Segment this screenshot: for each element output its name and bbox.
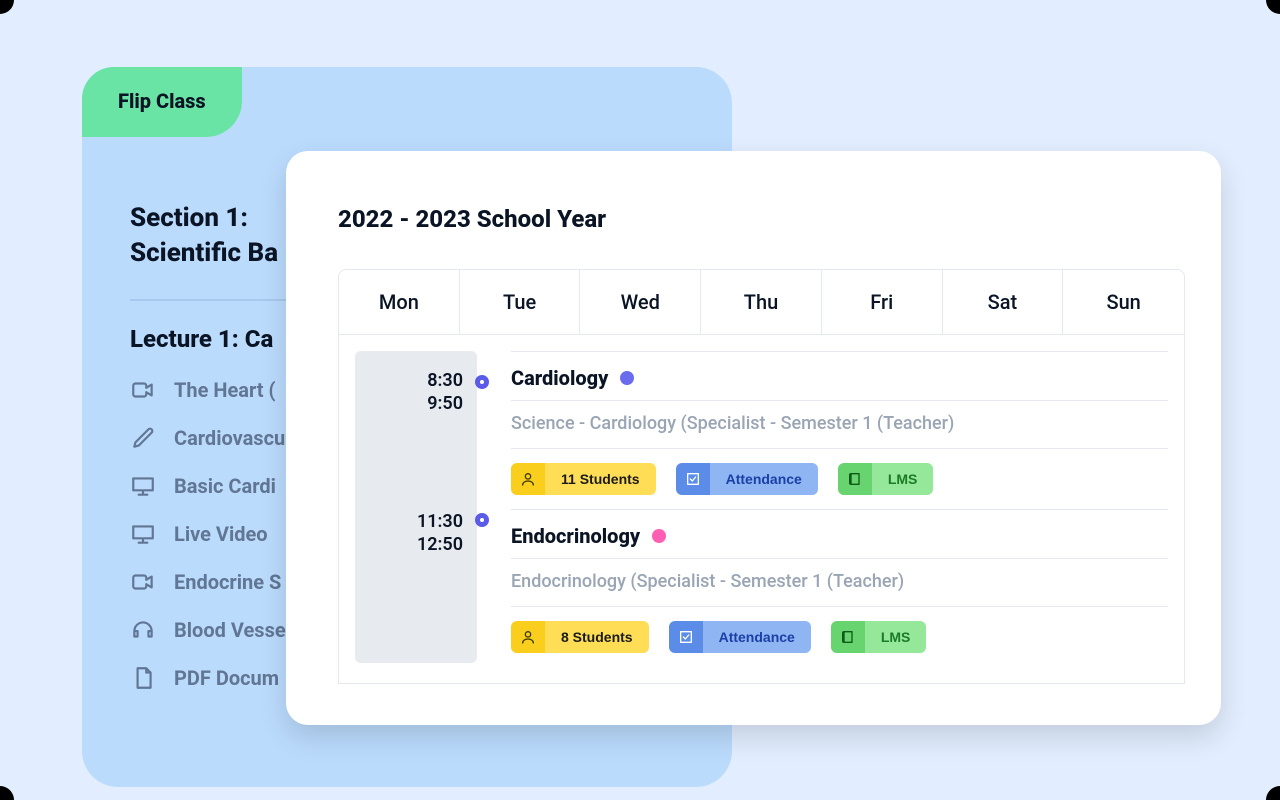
day-header-cell[interactable]: Mon — [339, 270, 460, 334]
week-day-header: MonTueWedThuFriSatSun — [338, 269, 1185, 335]
time-slot: 8:30 9:50 — [369, 369, 463, 416]
entry-button-row: 8 Students Attendance LMS — [511, 607, 1168, 653]
book-icon — [838, 463, 872, 495]
students-button[interactable]: 11 Students — [511, 463, 656, 495]
monitor-icon — [130, 521, 156, 547]
lms-button[interactable]: LMS — [838, 463, 934, 495]
time-slot: 11:30 12:50 — [369, 510, 463, 557]
schedule-entries: Cardiology Science - Cardiology (Speciali… — [477, 351, 1168, 667]
content-item-label: Cardiovascu — [174, 426, 285, 450]
entry-button-row: 11 Students Attendance LMS — [511, 449, 1168, 495]
user-icon — [511, 621, 545, 653]
video-icon — [130, 377, 156, 403]
day-header-cell[interactable]: Wed — [580, 270, 701, 334]
schedule-entry: Cardiology Science - Cardiology (Speciali… — [511, 351, 1168, 509]
content-item-label: Basic Cardi — [174, 474, 276, 498]
subject-color-dot — [620, 371, 634, 385]
document-icon — [130, 665, 156, 691]
students-button[interactable]: 8 Students — [511, 621, 649, 653]
subject-color-dot — [652, 529, 666, 543]
lms-button[interactable]: LMS — [831, 621, 927, 653]
attendance-button-label: Attendance — [710, 463, 818, 495]
entry-title: Endocrinology — [511, 524, 640, 548]
time-marker-icon — [475, 513, 489, 527]
schedule-entry: Endocrinology Endocrinology (Specialist -… — [511, 509, 1168, 667]
entry-subtitle: Endocrinology (Specialist - Semester 1 (… — [511, 559, 1168, 607]
lms-button-label: LMS — [872, 463, 934, 495]
schedule-card: 2022 - 2023 School Year MonTueWedThuFriS… — [286, 151, 1221, 725]
monitor-icon — [130, 473, 156, 499]
day-header-cell[interactable]: Tue — [460, 270, 581, 334]
attendance-button[interactable]: Attendance — [676, 463, 818, 495]
day-header-cell[interactable]: Fri — [822, 270, 943, 334]
content-item-label: Endocrine S — [174, 570, 281, 594]
time-column: 8:30 9:50 11:30 12:50 — [355, 351, 477, 663]
book-icon — [831, 621, 865, 653]
user-icon — [511, 463, 545, 495]
day-header-cell[interactable]: Thu — [701, 270, 822, 334]
flip-class-tab-label: Flip Class — [118, 89, 206, 113]
attendance-button-label: Attendance — [703, 621, 811, 653]
content-item-label: Blood Vesse — [174, 618, 286, 642]
attendance-button[interactable]: Attendance — [669, 621, 811, 653]
schedule-body: 8:30 9:50 11:30 12:50 Cardiology Science … — [338, 335, 1185, 684]
time-marker-icon — [475, 375, 489, 389]
content-item-label: Live Video — [174, 522, 268, 546]
flip-class-tab[interactable]: Flip Class — [82, 67, 242, 137]
students-button-label: 11 Students — [545, 463, 656, 495]
content-item-label: PDF Docum — [174, 666, 279, 690]
day-header-cell[interactable]: Sat — [943, 270, 1064, 334]
school-year-title: 2022 - 2023 School Year — [338, 205, 1185, 233]
video-icon — [130, 569, 156, 595]
check-icon — [676, 463, 710, 495]
content-item-label: The Heart ( — [174, 378, 276, 402]
check-icon — [669, 621, 703, 653]
entry-title: Cardiology — [511, 366, 608, 390]
students-button-label: 8 Students — [545, 621, 649, 653]
day-header-cell[interactable]: Sun — [1063, 270, 1184, 334]
lms-button-label: LMS — [865, 621, 927, 653]
headphones-icon — [130, 617, 156, 643]
pencil-icon — [130, 425, 156, 451]
entry-subtitle: Science - Cardiology (Specialist - Semes… — [511, 401, 1168, 449]
